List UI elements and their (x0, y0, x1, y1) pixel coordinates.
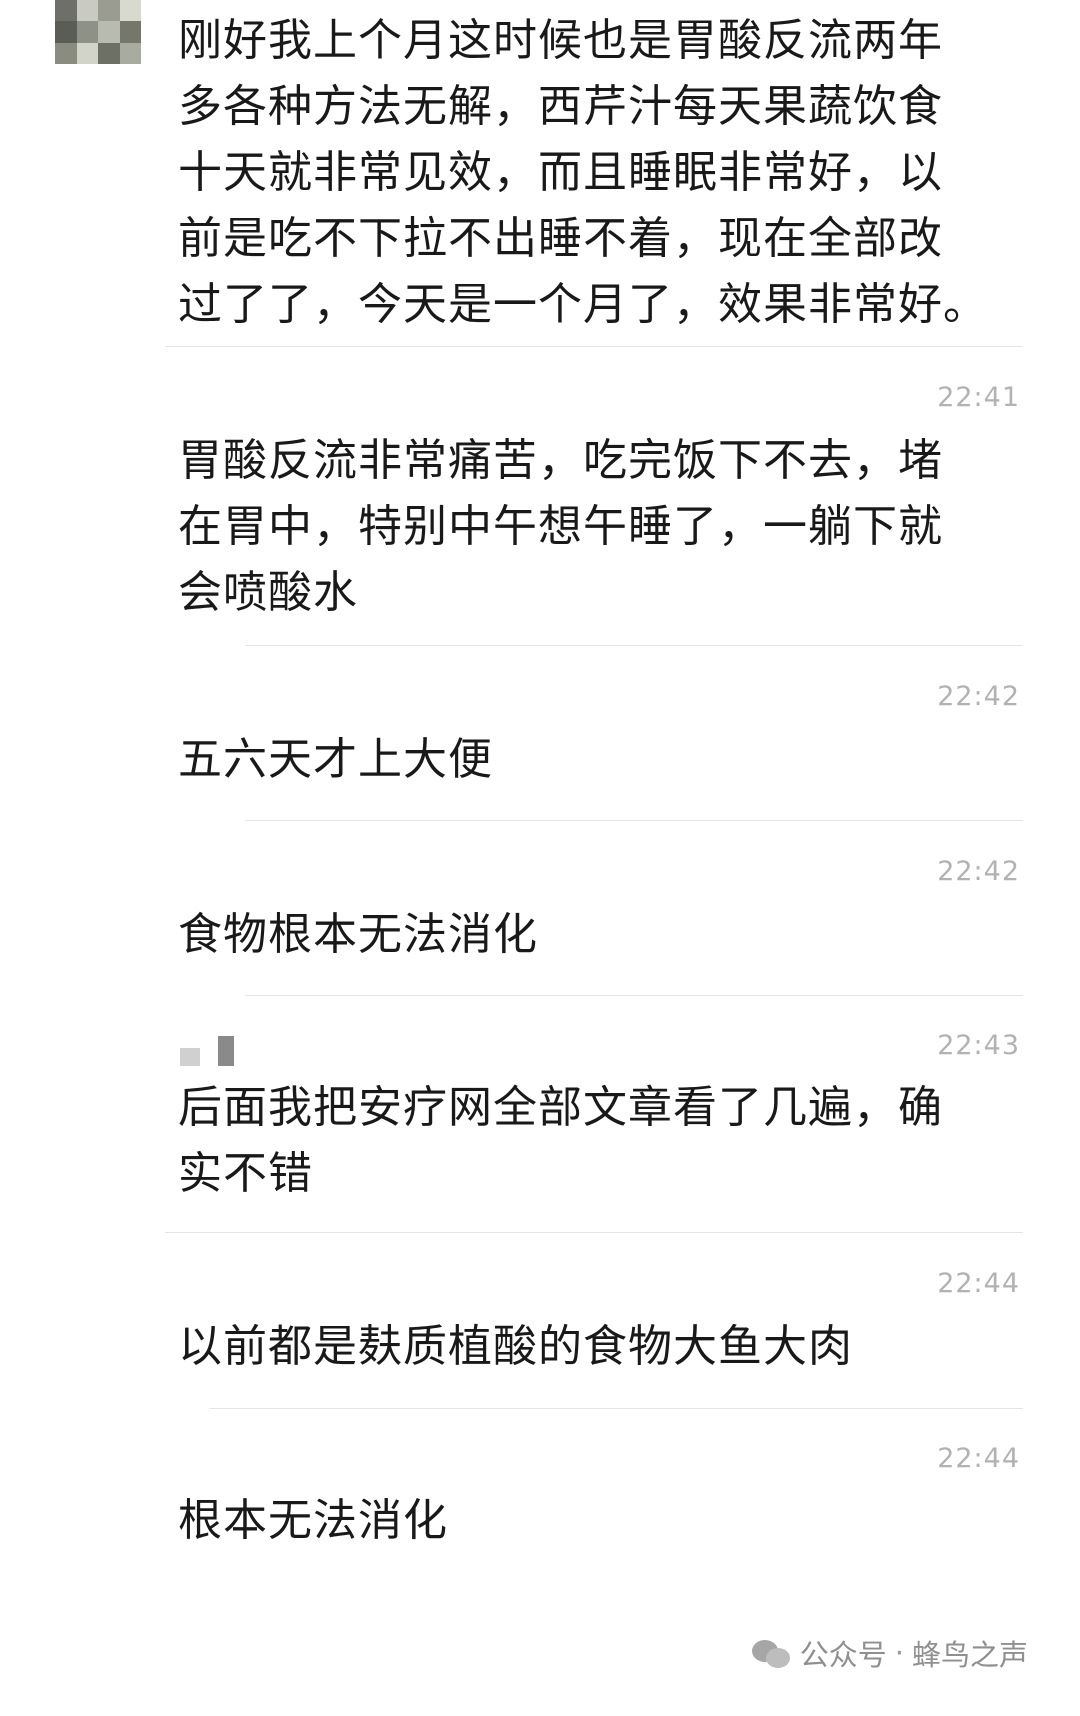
message-text: 五六天才上大便 (178, 734, 493, 785)
message-text: 刚好我上个月这时候也是胃酸反流两年 多各种方法无解，西芹汁每天果蔬饮食 十天就非… (178, 15, 988, 330)
message-timestamp: 22:41 (937, 382, 1020, 413)
watermark-separator: · (894, 1636, 904, 1670)
user-avatar[interactable] (55, 0, 141, 64)
message-text: 食物根本无法消化 (178, 909, 538, 960)
wechat-icon (751, 1638, 792, 1668)
message-text: 根本无法消化 (178, 1495, 448, 1546)
message-text: 以前都是麸质植酸的食物大鱼大肉 (178, 1321, 853, 1372)
blurred-nickname (180, 1036, 234, 1066)
divider (245, 995, 1023, 996)
watermark-account: 蜂鸟之声 (911, 1638, 1028, 1672)
message-timestamp: 22:42 (937, 681, 1020, 712)
message-text: 胃酸反流非常痛苦，吃完饭下不去，堵 在胃中，特别中午想午睡了，一躺下就 会喷酸水 (178, 435, 943, 618)
divider (245, 820, 1023, 821)
divider (245, 645, 1023, 646)
message-text: 后面我把安疗网全部文章看了几遍，确 实不错 (178, 1082, 943, 1199)
divider (165, 346, 1023, 347)
divider (210, 1408, 1023, 1409)
message-timestamp: 22:42 (937, 856, 1020, 887)
message-timestamp: 22:44 (937, 1268, 1020, 1299)
divider (165, 1232, 1023, 1233)
message-timestamp: 22:44 (937, 1443, 1020, 1474)
watermark: 公众号 · 蜂鸟之声 (751, 1632, 1028, 1674)
watermark-source: 公众号 (799, 1638, 887, 1672)
message-timestamp: 22:43 (937, 1030, 1020, 1061)
